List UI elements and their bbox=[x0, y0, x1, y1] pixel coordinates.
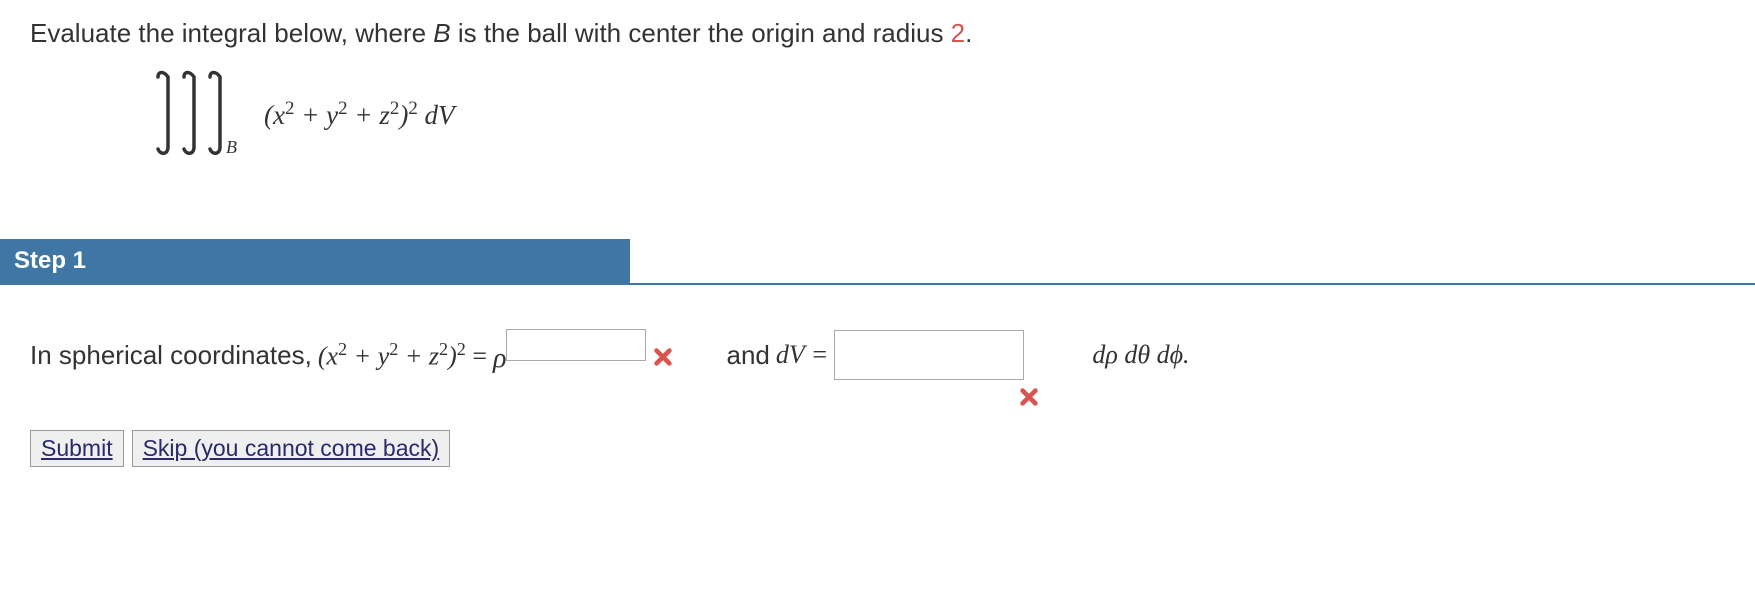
step1-and: and bbox=[726, 340, 769, 371]
rho-exponent-input[interactable] bbox=[506, 329, 646, 361]
integral-expression: B (x2 + y2 + z2)2 dV bbox=[150, 69, 1725, 159]
prompt-B: B bbox=[433, 18, 450, 48]
dV-input[interactable] bbox=[834, 330, 1024, 380]
step-label: Step 1 bbox=[0, 239, 630, 285]
wrong-icon bbox=[1018, 384, 1040, 406]
step1-lhs-expr: (x2 + y2 + z2)2 = bbox=[318, 339, 487, 372]
step1-intro: In spherical coordinates, bbox=[30, 340, 312, 371]
skip-button[interactable]: Skip (you cannot come back) bbox=[132, 430, 451, 467]
step1-row: In spherical coordinates, (x2 + y2 + z2)… bbox=[30, 330, 1725, 380]
button-row: Submit Skip (you cannot come back) bbox=[30, 430, 1725, 467]
submit-button[interactable]: Submit bbox=[30, 430, 124, 467]
rho-symbol: ρ bbox=[493, 343, 506, 375]
prompt-period: . bbox=[965, 18, 972, 48]
step1-differentials: dρ dθ dϕ. bbox=[1092, 340, 1189, 370]
problem-prompt: Evaluate the integral below, where B is … bbox=[30, 18, 1725, 49]
triple-integral-icon: B bbox=[150, 69, 260, 159]
prompt-radius: 2 bbox=[951, 18, 965, 48]
prompt-text-2: is the ball with center the origin and r… bbox=[451, 18, 951, 48]
step1-dV-eq: dV = bbox=[776, 340, 828, 370]
wrong-icon bbox=[652, 344, 674, 366]
step-header: Step 1 bbox=[0, 239, 1755, 285]
step-header-divider bbox=[630, 239, 1755, 285]
prompt-text-1: Evaluate the integral below, where bbox=[30, 18, 433, 48]
integrand: (x2 + y2 + z2)2 dV bbox=[264, 98, 455, 131]
svg-text:B: B bbox=[226, 137, 237, 157]
